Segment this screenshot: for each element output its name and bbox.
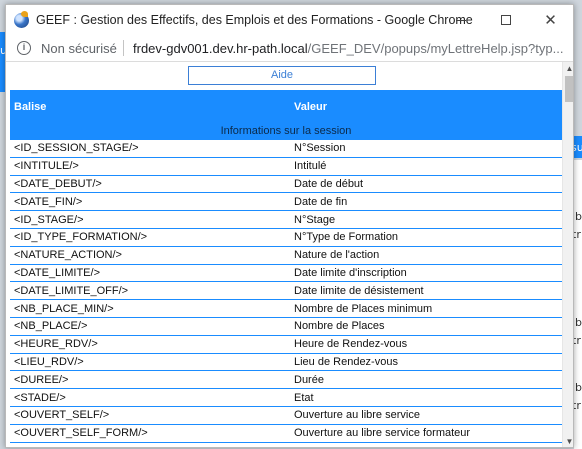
address-bar[interactable]: i Non sécurisé frdev-gdv001.dev.hr-path.… xyxy=(6,35,573,62)
column-header-valeur: Valeur xyxy=(294,101,328,113)
cell-balise: <DATE_LIMITE/> xyxy=(14,266,100,279)
cell-balise: <NATURE_ACTION/> xyxy=(14,249,122,262)
cell-balise: <ID_SESSION_STAGE/> xyxy=(14,142,139,155)
maximize-button[interactable] xyxy=(483,5,528,35)
help-content: Aide Balise Valeur Informations sur la s… xyxy=(6,62,562,447)
cell-balise: <ID_TYPE_FORMATION/> xyxy=(14,231,148,244)
cell-valeur: Nombre de Places xyxy=(294,320,385,333)
cell-valeur: N°Type de Formation xyxy=(294,231,399,244)
cell-balise: <ID_STAGE/> xyxy=(14,213,84,226)
cell-balise: <OUVERT_SELF/> xyxy=(14,409,110,422)
table-row: <ID_SESSION_STAGE/> N°Session xyxy=(10,140,562,158)
table-header: Balise Valeur xyxy=(10,90,562,123)
table-row: <ID_TYPE_FORMATION/> N°Type de Formation xyxy=(10,229,562,247)
table-row: <OUVERT_SELF_FORM/> Ouverture au libre se… xyxy=(10,425,562,443)
scroll-thumb[interactable] xyxy=(565,76,573,102)
cell-valeur: Nature de l'action xyxy=(294,249,380,262)
cell-balise: <LIEU_RDV/> xyxy=(14,355,84,368)
cell-balise: <DATE_FIN/> xyxy=(14,195,83,208)
table-row: <NB_PLACE/> Nombre de Places xyxy=(10,318,562,336)
section-title: Informations sur la session xyxy=(10,123,562,140)
cell-valeur: Nombre de Places minimum xyxy=(294,302,433,315)
url-path: /GEEF_DEV/popups/myLettreHelp.jsp?typ... xyxy=(307,41,564,56)
table-row: <DATE_DEBUT/> Date de début xyxy=(10,176,562,194)
cell-valeur: Date limite de désistement xyxy=(294,284,424,297)
cell-balise: <NB_PLACE_MIN/> xyxy=(14,302,114,315)
cell-balise: <DUREE/> xyxy=(14,373,69,386)
cell-valeur: N°Session xyxy=(294,142,346,155)
table-row: <DATE_LIMITE_OFF/> Date limite de désiste… xyxy=(10,282,562,301)
column-header-balise: Balise xyxy=(14,101,47,113)
cell-valeur: Heure de Rendez-vous xyxy=(294,338,408,351)
table-row: <HEURE_RDV/> Heure de Rendez-vous xyxy=(10,336,562,354)
window-title: GEEF : Gestion des Effectifs, des Emploi… xyxy=(36,13,473,27)
security-label[interactable]: Non sécurisé xyxy=(41,41,117,56)
cell-balise: <DATE_DEBUT/> xyxy=(14,177,102,190)
cell-balise: <OUVERT_SELF_FORM/> xyxy=(14,427,148,440)
cell-valeur: Etat xyxy=(294,391,314,404)
minimize-button[interactable] xyxy=(438,5,483,35)
info-icon[interactable]: i xyxy=(17,41,31,55)
table-row: <NB_PLACE_MIN/> Nombre de Places minimum xyxy=(10,300,562,318)
table-row: <ID_STAGE/> N°Stage xyxy=(10,211,562,229)
cell-valeur: N°Stage xyxy=(294,213,336,226)
cell-valeur: Ouverture au libre service xyxy=(294,409,420,422)
address-separator xyxy=(123,40,124,56)
minimize-icon xyxy=(455,19,466,21)
close-icon: ✕ xyxy=(544,10,557,29)
cell-valeur: Ouverture au libre service formateur xyxy=(294,427,471,440)
cell-valeur: Intitulé xyxy=(294,160,327,173)
maximize-icon xyxy=(500,15,511,25)
table-row: <DATE_LIMITE/> Date limite d'inscription xyxy=(10,265,562,283)
table-row: <DATE_FIN/> Date de fin xyxy=(10,193,562,212)
scroll-up-arrow-icon[interactable]: ▲ xyxy=(563,64,573,74)
close-button[interactable]: ✕ xyxy=(528,5,573,35)
cell-balise: <NB_PLACE/> xyxy=(14,320,88,333)
title-bar[interactable]: GEEF : Gestion des Effectifs, des Emploi… xyxy=(6,5,573,35)
table-row: <LIEU_RDV/> Lieu de Rendez-vous xyxy=(10,354,562,372)
cell-valeur: Durée xyxy=(294,373,324,386)
cell-valeur: Date de fin xyxy=(294,195,348,208)
scroll-down-arrow-icon[interactable]: ▼ xyxy=(563,437,573,447)
tag-table: <ID_SESSION_STAGE/> N°Session <INTITULE/>… xyxy=(10,140,562,443)
table-row: <STADE/> Etat xyxy=(10,389,562,407)
cell-valeur: Date limite d'inscription xyxy=(294,266,407,279)
table-row: <INTITULE/> Intitulé xyxy=(10,158,562,176)
cell-balise: <DATE_LIMITE_OFF/> xyxy=(14,284,129,297)
vertical-scrollbar[interactable]: ▲ ▼ xyxy=(562,62,573,447)
url-host: frdev-gdv001.dev.hr-path.local xyxy=(133,41,308,56)
cell-valeur: Lieu de Rendez-vous xyxy=(294,355,398,368)
aide-button[interactable]: Aide xyxy=(188,66,376,85)
table-row: <NATURE_ACTION/> Nature de l'action xyxy=(10,247,562,265)
app-globe-icon xyxy=(14,11,29,28)
cell-balise: <INTITULE/> xyxy=(14,160,79,173)
cell-balise: <HEURE_RDV/> xyxy=(14,338,98,351)
cell-balise: <STADE/> xyxy=(14,391,66,404)
popup-window: GEEF : Gestion des Effectifs, des Emploi… xyxy=(5,4,574,448)
url-text[interactable]: frdev-gdv001.dev.hr-path.local/GEEF_DEV/… xyxy=(133,41,563,56)
table-row: <OUVERT_SELF/> Ouverture au libre service xyxy=(10,407,562,425)
table-row: <DUREE/> Durée xyxy=(10,371,562,390)
cell-valeur: Date de début xyxy=(294,177,364,190)
